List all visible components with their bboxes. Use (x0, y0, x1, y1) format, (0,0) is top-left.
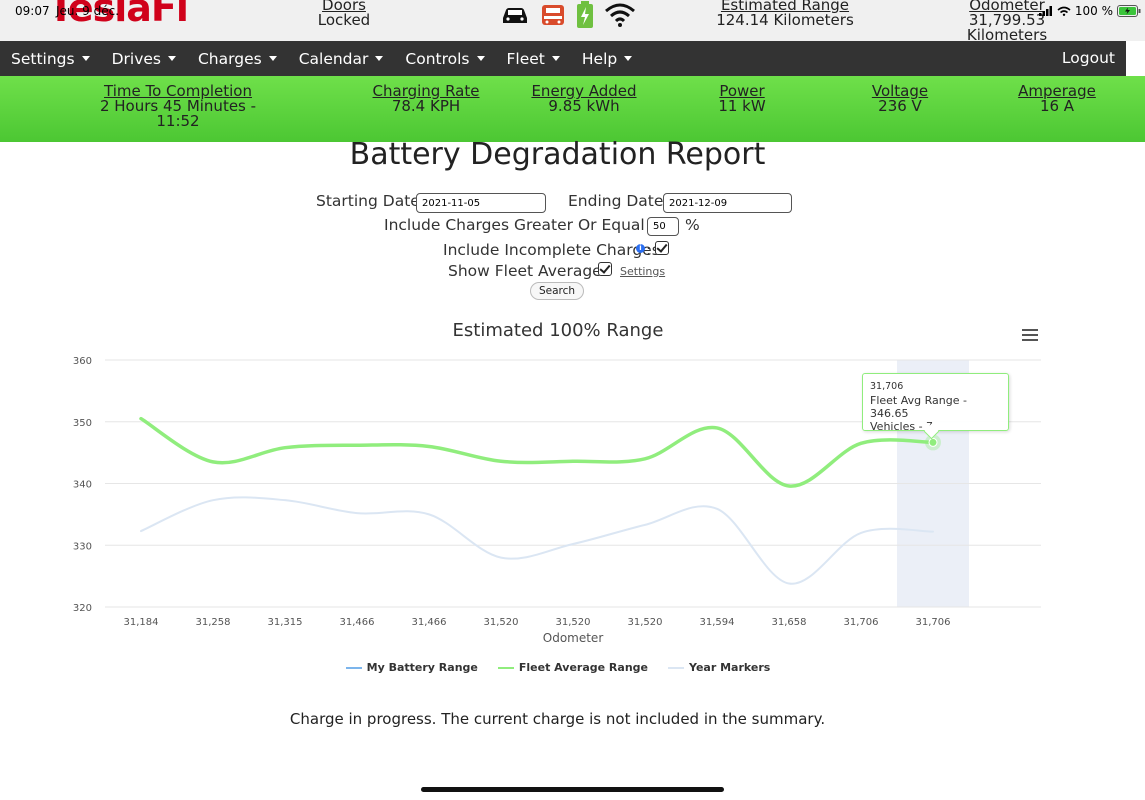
min-charge-label: Include Charges Greater Or Equal To: (384, 216, 672, 234)
top-header: TeslaFi 09:07 Jeu. 9 déc. Doors Locked E… (0, 0, 1145, 43)
y-tick-label: 320 (73, 603, 92, 614)
x-axis-title: Odometer (543, 631, 604, 645)
x-tick-label: 31,520 (556, 617, 591, 628)
hamburger-menu-icon[interactable] (1022, 329, 1038, 341)
x-tick-label: 31,466 (340, 617, 375, 628)
incomplete-charges-checkbox[interactable] (655, 241, 669, 255)
car-icon[interactable] (500, 4, 530, 26)
nav-charges[interactable]: Charges (187, 50, 288, 68)
chevron-down-icon (81, 56, 90, 61)
start-date-label: Starting Date: (316, 192, 426, 210)
x-tick-label: 31,594 (700, 617, 735, 628)
voltage: Voltage 236 V (871, 82, 929, 115)
header-icons (500, 0, 636, 30)
x-tick-label: 31,520 (484, 617, 519, 628)
search-button[interactable]: Search (530, 282, 584, 300)
amperage: Amperage 16 A (1018, 82, 1096, 115)
home-indicator (421, 787, 724, 792)
status-time: 09:07 (15, 4, 50, 18)
fleet-average-checkbox[interactable] (598, 262, 612, 276)
min-charge-unit: % (685, 216, 700, 234)
battery-percent: 100 % (1074, 4, 1113, 18)
chart-title: Estimated 100% Range (452, 320, 664, 341)
status-battery-icon (1117, 5, 1141, 17)
chevron-down-icon (268, 56, 277, 61)
tooltip-x: 31,706 (870, 381, 904, 392)
incomplete-charges-label: Include Incomplete Charges (443, 241, 660, 259)
legend-year-markers[interactable]: Year Markers (668, 661, 770, 674)
x-tick-label: 31,658 (772, 617, 807, 628)
highlight-point (928, 437, 938, 447)
x-tick-label: 31,520 (628, 617, 663, 628)
x-tick-label: 31,466 (412, 617, 447, 628)
legend-my-battery-range[interactable]: My Battery Range (345, 661, 478, 674)
chart-legend: My Battery Range Fleet Average Range Yea… (0, 661, 1116, 674)
nav-drives[interactable]: Drives (101, 50, 187, 68)
nav-controls[interactable]: Controls (394, 50, 495, 68)
x-tick-label: 31,184 (124, 617, 159, 628)
battery-charging-icon[interactable] (576, 1, 594, 29)
car-front-icon[interactable] (540, 2, 566, 28)
chevron-down-icon (624, 56, 633, 61)
nav-settings[interactable]: Settings (0, 50, 101, 68)
status-wifi-icon (1057, 6, 1071, 16)
series-line-1 (139, 416, 935, 488)
info-icon[interactable]: i (636, 244, 645, 253)
chart-tooltip: 31,706 Fleet Avg Range - 346.65 Vehicles… (862, 373, 1009, 433)
legend-swatch (668, 666, 684, 669)
status-indicators: 100 % (1038, 4, 1141, 18)
end-date-label: Ending Date: (568, 192, 669, 210)
legend-fleet-average-range[interactable]: Fleet Average Range (497, 661, 648, 674)
estimated-range-stat: Estimated Range 124.14 Kilometers (716, 0, 854, 29)
fleet-average-label: Show Fleet Average: (448, 262, 607, 280)
chevron-down-icon (167, 56, 176, 61)
settings-link[interactable]: Settings (620, 265, 665, 278)
logout-link[interactable]: Logout (1062, 49, 1115, 67)
y-tick-label: 330 (73, 541, 92, 552)
x-tick-label: 31,315 (268, 617, 303, 628)
x-tick-label: 31,706 (844, 617, 879, 628)
incomplete-charges-colon: : (646, 241, 652, 259)
cellular-signal-icon (1038, 6, 1052, 16)
nav-fleet[interactable]: Fleet (496, 50, 571, 68)
chevron-down-icon (375, 56, 384, 61)
x-tick-label: 31,258 (196, 617, 231, 628)
time-to-completion: Time To Completion 2 Hours 45 Minutes - … (99, 82, 257, 130)
series-line-2 (140, 496, 934, 585)
wifi-icon[interactable] (604, 3, 636, 27)
status-date: Jeu. 9 déc. (56, 4, 120, 18)
y-tick-label: 340 (73, 480, 92, 491)
y-tick-label: 360 (73, 356, 92, 367)
start-date-input[interactable] (416, 193, 546, 213)
main-nav: Settings Drives Charges Calendar Control… (0, 41, 1126, 76)
legend-swatch (345, 666, 362, 669)
nav-help[interactable]: Help (571, 50, 643, 68)
end-date-input[interactable] (663, 193, 792, 213)
chevron-down-icon (476, 56, 485, 61)
min-charge-input[interactable] (647, 217, 679, 236)
tooltip-extra: Vehicles - 7 (870, 420, 934, 433)
chevron-down-icon (551, 56, 560, 61)
tooltip-value-line: Fleet Avg Range - 346.65 (870, 394, 967, 420)
doors-stat: Doors Locked (317, 0, 371, 29)
legend-swatch (497, 666, 514, 669)
power: Power 11 kW (718, 82, 766, 115)
nav-calendar[interactable]: Calendar (288, 50, 395, 68)
page-title: Battery Degradation Report (349, 137, 766, 172)
charge-progress-note: Charge in progress. The current charge i… (289, 710, 826, 728)
y-tick-label: 350 (73, 418, 92, 429)
x-tick-label: 31,706 (916, 617, 951, 628)
charging-rate: Charging Rate 78.4 KPH (372, 82, 480, 115)
energy-added: Energy Added 9.85 kWh (531, 82, 637, 115)
charging-banner: Time To Completion 2 Hours 45 Minutes - … (0, 76, 1145, 142)
